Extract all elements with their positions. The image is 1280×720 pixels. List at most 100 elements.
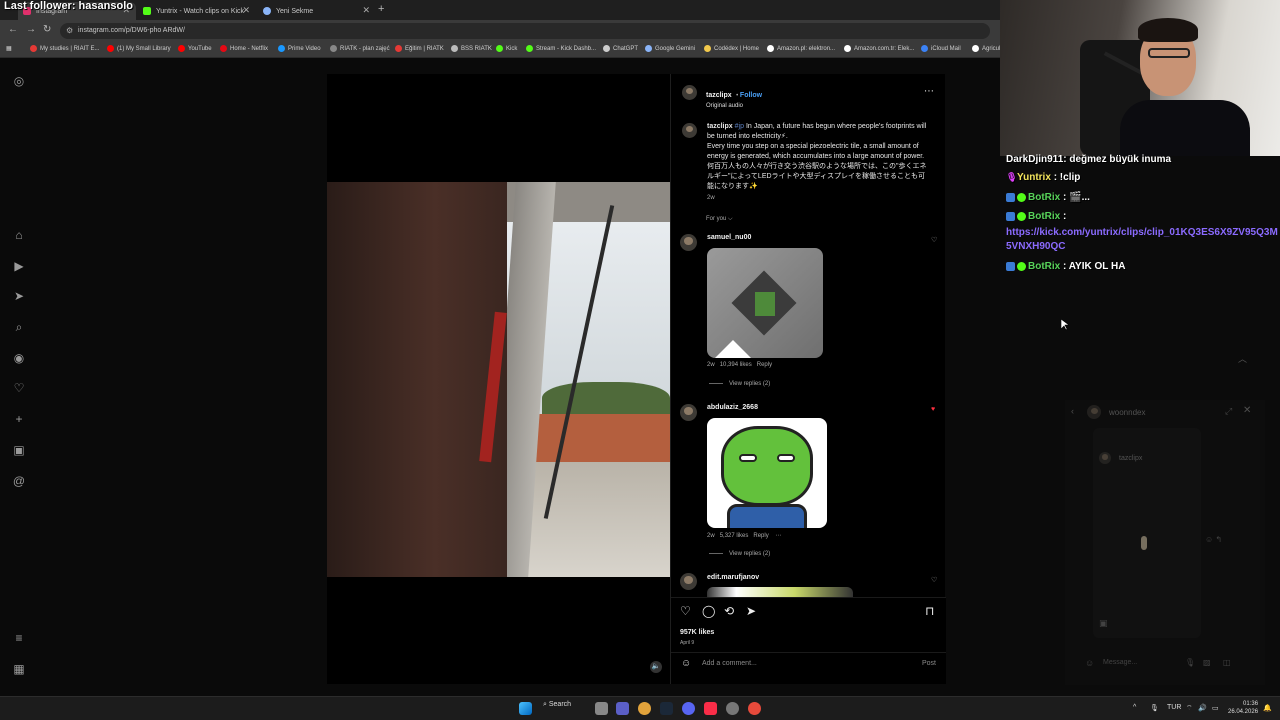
discord-icon[interactable] [682,702,695,715]
apps-icon[interactable]: ▦ [6,45,12,52]
view-replies-button[interactable]: View replies (2) [709,381,770,387]
task-view-icon[interactable] [595,702,608,715]
tray-chevron-icon[interactable]: ^ [1133,704,1136,711]
comment-like-icon[interactable]: ♡ [931,576,937,584]
tab-kick-clips[interactable]: Yuntrix - Watch clips on Kick ✕ [138,2,256,20]
url-input[interactable]: ⚙ instagram.com/p/DW6-pho ARdW/ [60,23,990,39]
bookmark-item[interactable]: Amazon.pl: elektron... [767,45,835,52]
voice-icon[interactable]: 🎙 [1185,658,1195,667]
bookmark-item[interactable]: Stream - Kick Dashb... [526,45,596,52]
reel-video[interactable]: 🔈 [327,74,670,684]
comment-like-icon[interactable]: ♡ [931,236,937,244]
chat-clip-link[interactable]: https://kick.com/yuntrix/clips/clip_01KQ… [1006,226,1280,254]
more-menu-icon[interactable]: ≡ [12,631,26,645]
dashboard-icon[interactable]: ▣ [12,443,26,457]
reels-icon[interactable]: ▶ [12,259,26,273]
post-comment-button[interactable]: Post [922,660,936,667]
notification-icon[interactable]: 🔔 [1263,704,1272,712]
settings-icon[interactable] [726,702,739,715]
sticker-icon[interactable]: ◫ [1223,658,1231,667]
more-options-icon[interactable]: ⋯ [924,86,934,97]
taskbar-clock[interactable]: 01:36 26.04.2026 [1228,700,1258,716]
bookmark-item[interactable]: My studies | RIAIT E... [30,45,99,52]
teams-icon[interactable] [616,702,629,715]
bookmark-item[interactable]: Eğitim | RIATK [395,45,444,52]
expand-icon[interactable]: ⤢ [1225,406,1232,417]
new-tab-icon[interactable]: + [378,3,384,15]
messages-icon[interactable]: ➤ [12,289,26,303]
app-icon[interactable] [748,702,761,715]
bookmark-item[interactable]: Google Gemini [645,45,695,52]
close-tab-icon[interactable]: ✕ [242,5,250,16]
follow-button[interactable]: Follow [740,92,762,99]
comment-more-icon[interactable]: ⋯ [775,533,781,539]
caption-hashtag[interactable]: #jp [735,123,744,130]
steam-icon[interactable] [660,702,673,715]
back-icon[interactable]: ← [8,24,18,35]
music-icon[interactable] [704,702,717,715]
volume-icon[interactable]: 🔊 [1198,704,1207,712]
bookmark-item[interactable]: ChatGPT [603,45,638,52]
emoji-icon[interactable]: ☺ [1085,658,1094,668]
author-avatar[interactable] [682,85,697,100]
comment-reply-button[interactable]: Reply [753,533,768,539]
save-bookmark-icon[interactable]: ⊓ [925,604,934,618]
caption-avatar[interactable] [682,123,697,138]
caption-username[interactable]: tazclipx [707,123,733,130]
like-icon[interactable]: ♡ [680,604,691,618]
site-info-icon[interactable]: ⚙ [66,23,73,39]
explore-icon[interactable]: ◉ [12,351,26,365]
forward-icon[interactable]: → [26,24,36,35]
comment-likes[interactable]: 5,327 likes [720,533,749,539]
comment-input[interactable]: Add a comment... [702,660,757,667]
close-tab-icon[interactable]: ✕ [362,5,370,16]
comment-reply-button[interactable]: Reply [757,362,772,368]
threads-icon[interactable]: @ [12,474,26,488]
share-icon[interactable]: ➤ [746,604,756,618]
react-icon[interactable]: ☺ ↰ [1205,535,1222,544]
also-from-meta-icon[interactable]: ▦ [12,662,26,676]
reload-icon[interactable]: ↻ [43,24,51,35]
bookmark-item[interactable]: Home - Netflix [220,45,268,52]
bookmark-item[interactable]: BSS RIATK [451,45,492,52]
for-you-filter[interactable]: For you ⌵ [706,216,733,223]
view-replies-button[interactable]: View replies (2) [709,551,770,557]
comment-avatar[interactable] [680,234,697,251]
comment-likes[interactable]: 10,394 likes [720,362,752,368]
start-icon[interactable] [519,702,532,715]
search-icon[interactable]: ⌕ [12,320,26,334]
bookmark-item[interactable]: YouTube [178,45,212,52]
taskbar-search[interactable]: ⌕ Search [543,701,571,709]
comment-icon[interactable]: ◯ [702,604,715,618]
audio-label[interactable]: Original audio [706,103,762,109]
close-icon[interactable]: ✕ [1243,405,1251,416]
bookmark-item[interactable]: Amazon.com.tr: Elek... [844,45,914,52]
dm-username[interactable]: woonndex [1109,408,1145,417]
bookmark-item[interactable]: Agricul [972,45,1000,52]
tab-new[interactable]: Yeni Sekme ✕ [258,2,376,20]
back-chevron-icon[interactable]: ‹ [1071,406,1074,416]
comment-username[interactable]: samuel_nu00 [707,234,751,241]
bookmark-item[interactable]: Codédex | Home [704,45,759,52]
dm-message-input[interactable]: Message... [1103,659,1137,666]
image-icon[interactable]: ▨ [1203,658,1211,667]
battery-icon[interactable]: ▭ [1212,704,1219,712]
bookmark-item[interactable]: Kick [496,45,517,52]
scroll-up-icon[interactable]: ︿ [1238,352,1247,365]
comment-liked-heart-icon[interactable]: ♥ [931,406,935,413]
comment-avatar[interactable] [680,404,697,421]
instagram-logo-icon[interactable]: ◎ [12,74,26,88]
network-icon[interactable]: ⌔ [1186,704,1193,713]
chrome-icon[interactable] [638,702,651,715]
author-name[interactable]: tazclipx [706,92,732,99]
bookmark-item[interactable]: RIATK - plan zajęć [330,45,390,52]
repost-icon[interactable]: ⟲ [724,604,734,618]
dm-shared-post[interactable]: tazclipx ▣ [1093,428,1201,638]
mute-toggle-icon[interactable]: 🔈 [650,661,662,673]
create-icon[interactable]: + [12,412,26,426]
bookmark-item[interactable]: iCloud Mail [921,45,961,52]
comment-username[interactable]: abdulaziz_2668 [707,404,758,411]
comment-avatar[interactable] [680,573,697,590]
bookmark-item[interactable]: (1) My Small Library [107,45,171,52]
likes-count[interactable]: 957K likes [680,629,714,636]
